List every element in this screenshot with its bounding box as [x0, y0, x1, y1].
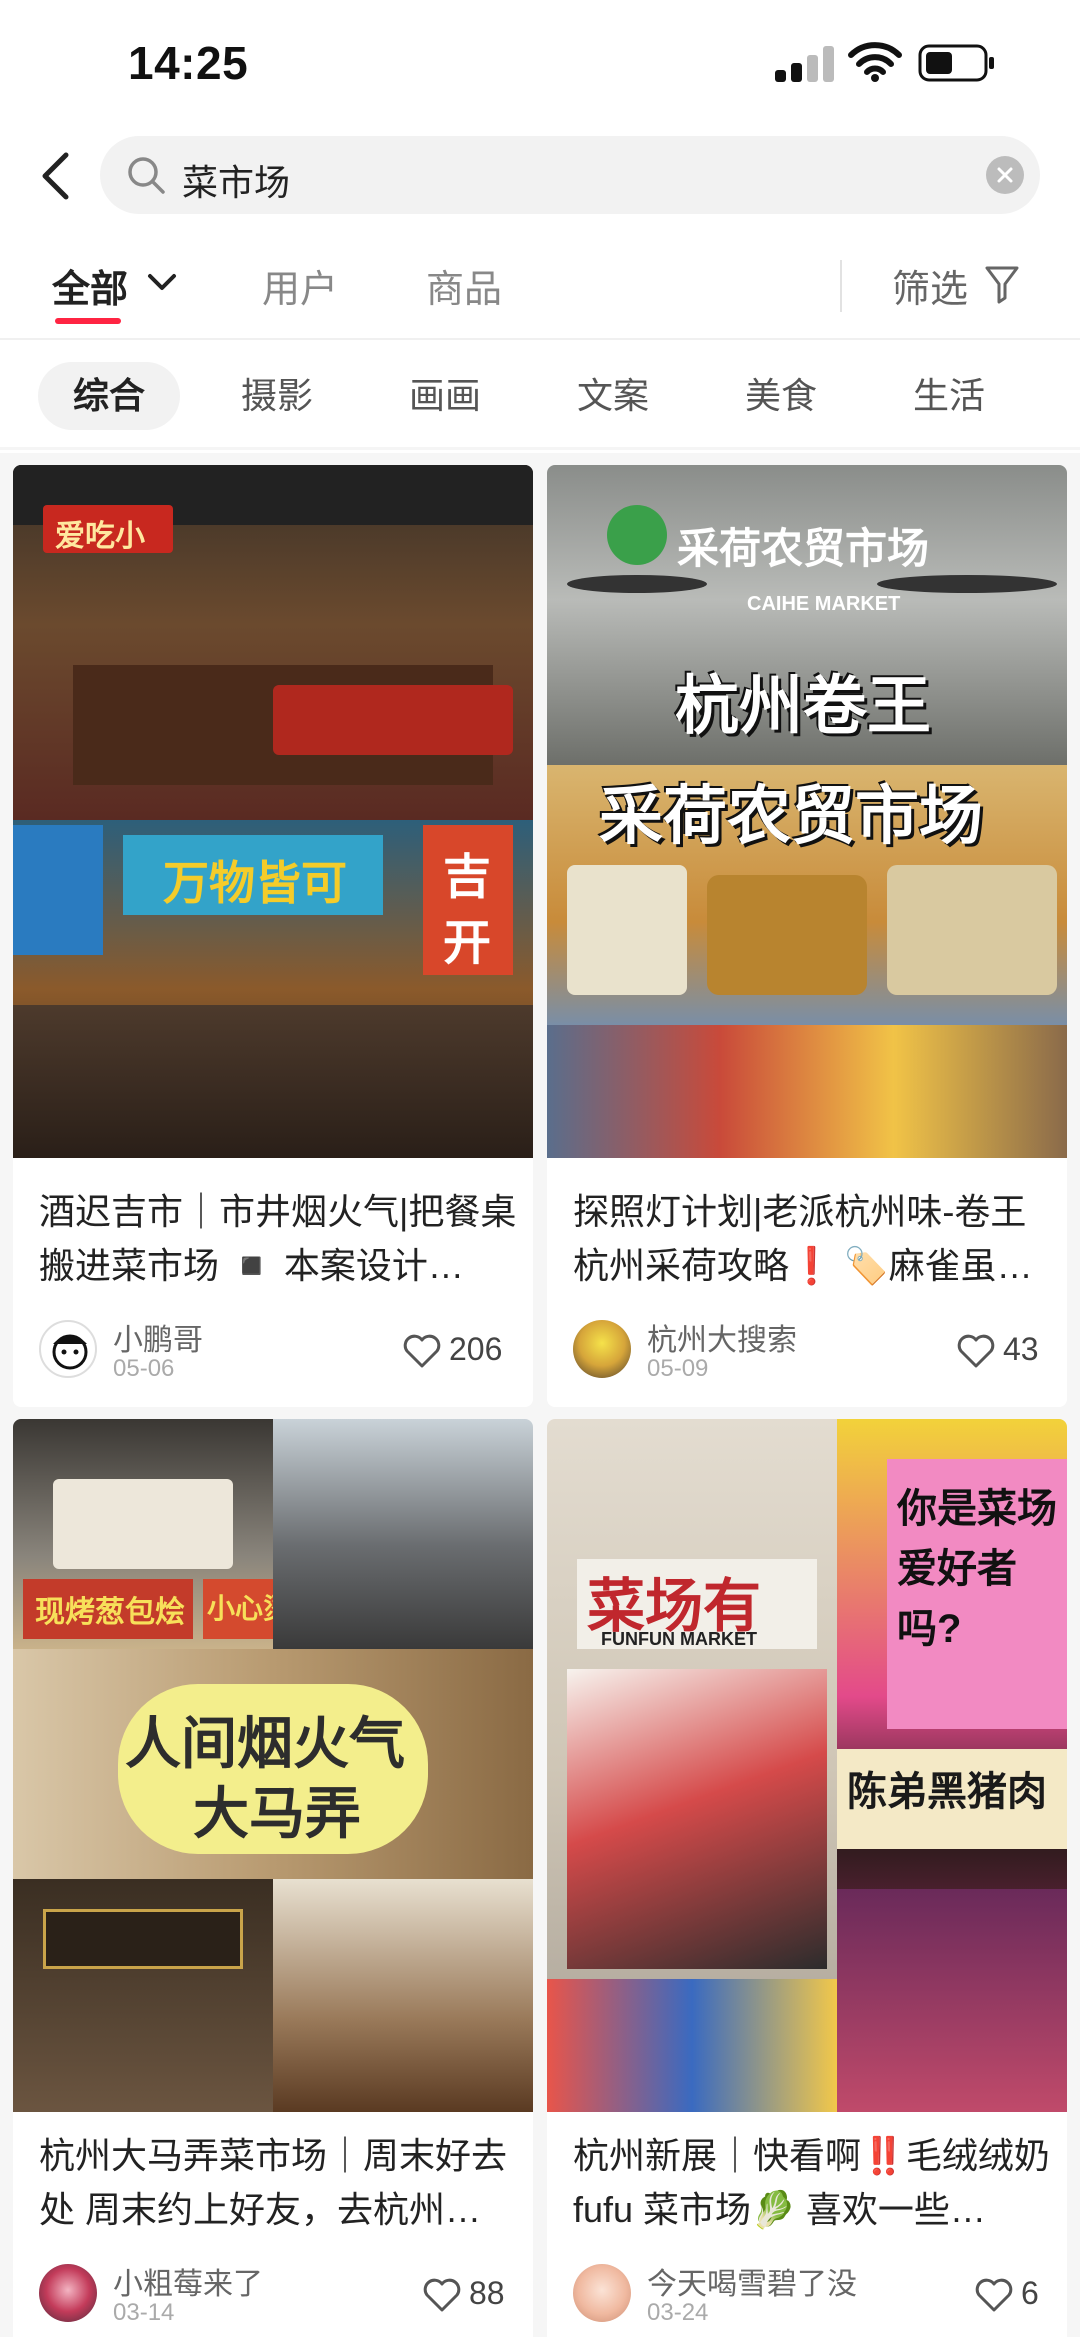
- heart-icon[interactable]: [423, 2278, 461, 2312]
- note-card[interactable]: 采荷农贸市场 CAIHE MARKET 杭州卷王 采荷农贸市场 探照灯计划|老派…: [547, 465, 1067, 1407]
- tab-all[interactable]: 全部: [52, 258, 128, 313]
- avatar: [39, 2264, 97, 2322]
- filter-button[interactable]: 筛选: [892, 258, 968, 313]
- note-cover-image: 菜场有 FUNFUN MARKET 你是菜场爱好者吗? 陈弟黑猪肉: [547, 1419, 1067, 2112]
- note-card[interactable]: 现烤葱包烩 小心烫 人间烟火气 大马弄 杭州大马弄菜市场｜周末好去处 周末约上好…: [13, 1419, 533, 2337]
- chip-life[interactable]: 生活: [878, 362, 1020, 430]
- filter-icon[interactable]: [984, 264, 1020, 304]
- note-title: 杭州新展｜快看啊‼️毛绒绒奶 fufu 菜市场🥬 喜欢一些…: [573, 2135, 1050, 2230]
- signal-icon: [775, 44, 835, 82]
- close-icon: [997, 167, 1013, 183]
- chip-food[interactable]: 美食: [710, 362, 852, 430]
- heart-icon[interactable]: [403, 1334, 441, 1368]
- note-cover-image: 现烤葱包烩 小心烫 人间烟火气 大马弄: [13, 1419, 533, 2112]
- chevron-down-icon[interactable]: [146, 270, 178, 294]
- chip-photography[interactable]: 摄影: [206, 362, 348, 430]
- heart-icon[interactable]: [975, 2278, 1013, 2312]
- tab-divider: [840, 260, 842, 312]
- results-feed: 爱吃小 万物皆可 吉 开 酒迟吉市｜市井烟火气|把餐桌搬进菜市场 ◾️ 本案设计…: [0, 453, 1080, 2337]
- search-query: 菜市场: [182, 162, 291, 203]
- status-bar: 14:25: [0, 0, 1080, 125]
- like-count: 88: [469, 2275, 505, 2311]
- note-cover-image: 采荷农贸市场 CAIHE MARKET 杭州卷王 采荷农贸市场: [547, 465, 1067, 1158]
- note-card[interactable]: 爱吃小 万物皆可 吉 开 酒迟吉市｜市井烟火气|把餐桌搬进菜市场 ◾️ 本案设计…: [13, 465, 533, 1407]
- avatar: [573, 2264, 631, 2322]
- battery-icon: [918, 44, 994, 82]
- like-count: 6: [1021, 2275, 1039, 2311]
- post-date: 05-06: [113, 1355, 175, 1382]
- post-date: 03-14: [113, 2299, 175, 2326]
- search-header: 菜市场: [0, 130, 1080, 220]
- author-name[interactable]: 今天喝雪碧了没: [647, 2259, 857, 2303]
- search-input[interactable]: 菜市场: [100, 136, 1040, 214]
- note-card[interactable]: 菜场有 FUNFUN MARKET 你是菜场爱好者吗? 陈弟黑猪肉 杭州新展｜快…: [547, 1419, 1067, 2337]
- avatar: [39, 1320, 97, 1378]
- wifi-icon: [848, 42, 902, 82]
- chip-drawing[interactable]: 画画: [374, 362, 516, 430]
- category-chips: 综合 摄影 画画 文案 美食 生活: [0, 350, 1080, 450]
- post-date: 05-09: [647, 1355, 709, 1382]
- note-title: 杭州大马弄菜市场｜周末好去处 周末约上好友，去杭州…: [39, 2135, 508, 2230]
- author-name[interactable]: 杭州大搜索: [647, 1315, 797, 1359]
- author-name[interactable]: 小鹏哥: [113, 1315, 203, 1359]
- note-title: 探照灯计划|老派杭州味-卷王杭州采荷攻略❗️ 🏷️麻雀虽…: [573, 1191, 1033, 1286]
- clear-search-button[interactable]: [986, 156, 1024, 194]
- active-tab-indicator: [55, 318, 121, 324]
- status-time: 14:25: [128, 37, 249, 89]
- heart-icon[interactable]: [957, 1334, 995, 1368]
- author-name[interactable]: 小粗莓来了: [113, 2259, 263, 2303]
- avatar: [573, 1320, 631, 1378]
- note-cover-image: 爱吃小 万物皆可 吉 开: [13, 465, 533, 1158]
- like-count: 206: [449, 1331, 503, 1367]
- note-title: 酒迟吉市｜市井烟火气|把餐桌搬进菜市场 ◾️ 本案设计…: [39, 1191, 517, 1286]
- tab-users[interactable]: 用户: [262, 258, 338, 313]
- tab-goods[interactable]: 商品: [426, 258, 502, 313]
- back-button[interactable]: [30, 148, 80, 204]
- back-arrow-icon: [42, 152, 69, 200]
- like-count: 43: [1003, 1331, 1039, 1367]
- chip-comprehensive[interactable]: 综合: [38, 362, 180, 430]
- chip-copywriting[interactable]: 文案: [542, 362, 684, 430]
- search-icon: [128, 157, 165, 194]
- result-tabs: 全部 用户 商品 筛选: [0, 240, 1080, 340]
- post-date: 03-24: [647, 2299, 709, 2326]
